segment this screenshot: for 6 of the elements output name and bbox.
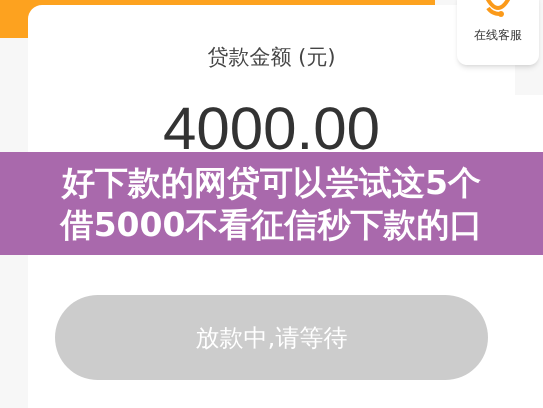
service-label: 在线客服: [474, 27, 522, 44]
banner-title-line: 好下款的网贷可以尝试这5个: [62, 162, 481, 204]
banner-title-line: 借5000不看征信秒下款的口: [60, 204, 482, 246]
service-panel[interactable]: 在线客服: [457, 0, 539, 65]
loan-amount-label: 贷款金额 (元): [207, 44, 336, 71]
loan-amount: 4000.00: [163, 94, 380, 164]
